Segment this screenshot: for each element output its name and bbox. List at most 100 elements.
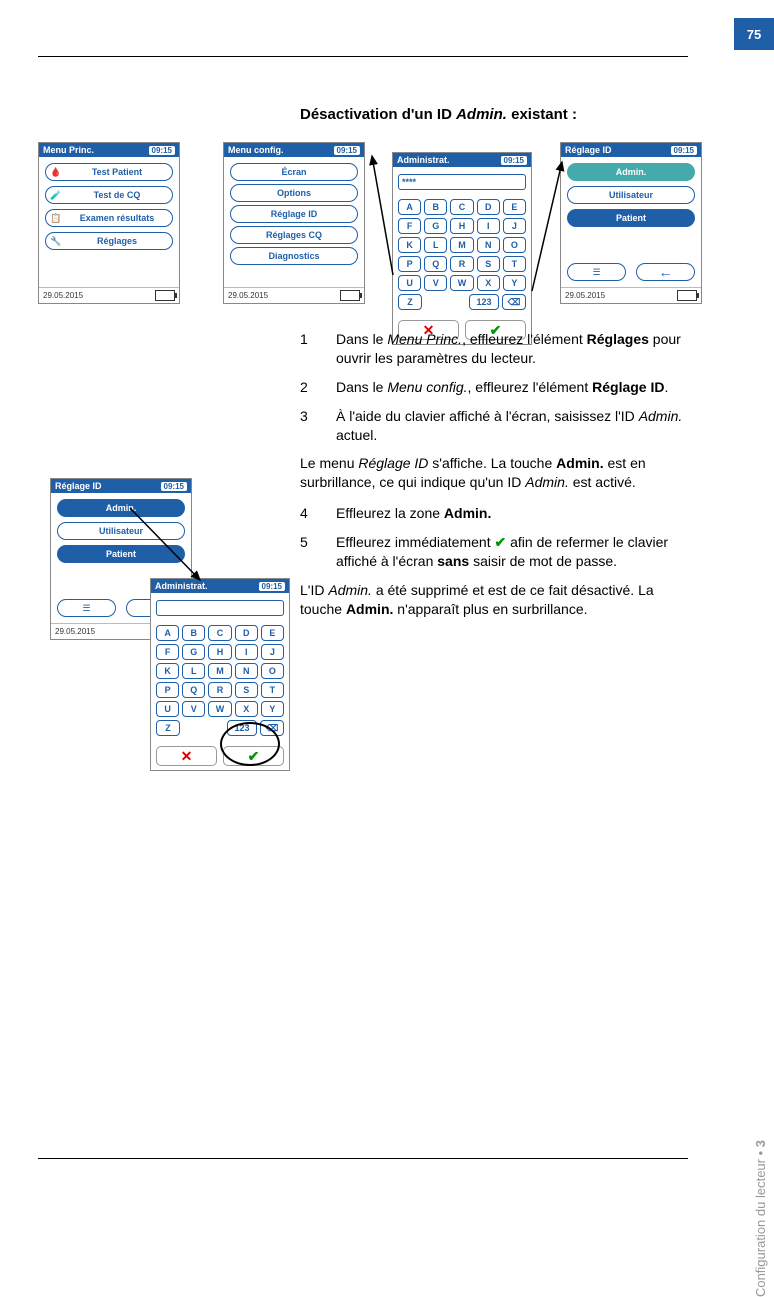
- kbd2-cancel-button[interactable]: ✕: [156, 746, 217, 766]
- key2-d[interactable]: D: [235, 625, 258, 641]
- key-t[interactable]: T: [503, 256, 526, 272]
- screen-menu-config: Menu config.09:15 Écran Options Réglage …: [223, 142, 365, 304]
- bottom-rule: [38, 1158, 688, 1159]
- key-w[interactable]: W: [450, 275, 473, 291]
- key2-e[interactable]: E: [261, 625, 284, 641]
- key2-z[interactable]: Z: [156, 720, 180, 736]
- key2-l[interactable]: L: [182, 663, 205, 679]
- key2-j[interactable]: J: [261, 644, 284, 660]
- config-item-options[interactable]: Options: [230, 184, 358, 202]
- reglage5-admin-button[interactable]: Admin.: [57, 499, 185, 517]
- key2-r[interactable]: R: [208, 682, 231, 698]
- menu-item-reglages[interactable]: 🔧Réglages: [45, 232, 173, 250]
- key-y[interactable]: Y: [503, 275, 526, 291]
- config-item-diagnostics[interactable]: Diagnostics: [230, 247, 358, 265]
- reglage-utilisateur-button[interactable]: Utilisateur: [567, 186, 695, 204]
- key-v[interactable]: V: [424, 275, 447, 291]
- key2-m[interactable]: M: [208, 663, 231, 679]
- key-x[interactable]: X: [477, 275, 500, 291]
- key-a[interactable]: A: [398, 199, 421, 215]
- key-o[interactable]: O: [503, 237, 526, 253]
- key2-i[interactable]: I: [235, 644, 258, 660]
- reglage-admin-button[interactable]: Admin.: [567, 163, 695, 181]
- key2-v[interactable]: V: [182, 701, 205, 717]
- menu-item-test-patient[interactable]: 🩸Test Patient: [45, 163, 173, 181]
- key2-y[interactable]: Y: [261, 701, 284, 717]
- key-l[interactable]: L: [424, 237, 447, 253]
- key2-u[interactable]: U: [156, 701, 179, 717]
- key2-k[interactable]: K: [156, 663, 179, 679]
- key-m[interactable]: M: [450, 237, 473, 253]
- page-number-tab: 75: [734, 18, 774, 50]
- key2-x[interactable]: X: [235, 701, 258, 717]
- key-u[interactable]: U: [398, 275, 421, 291]
- reglage-patient-button[interactable]: Patient: [567, 209, 695, 227]
- back-button[interactable]: ←: [636, 263, 695, 281]
- key2-f[interactable]: F: [156, 644, 179, 660]
- screen4-date: 29.05.2015: [565, 291, 605, 300]
- key-q[interactable]: Q: [424, 256, 447, 272]
- kbd1-title: Administrat.: [397, 155, 450, 165]
- kbd2-keys: ABCDE FGHIJ KLMNO PQRST UVWXY Z 123⌫: [156, 625, 284, 736]
- key2-123[interactable]: 123: [227, 720, 257, 736]
- key-i[interactable]: I: [477, 218, 500, 234]
- screen-reglage-id-top: Réglage ID09:15 Admin. Utilisateur Patie…: [560, 142, 702, 304]
- kbd1-time: 09:15: [501, 156, 527, 165]
- key-z[interactable]: Z: [398, 294, 422, 310]
- screen1-title: Menu Princ.: [43, 145, 94, 155]
- key-d[interactable]: D: [477, 199, 500, 215]
- screen4-title: Réglage ID: [565, 145, 612, 155]
- key-123[interactable]: 123: [469, 294, 499, 310]
- paragraph-1: Le menu Réglage ID s'affiche. La touche …: [300, 454, 698, 492]
- kbd2-ok-button[interactable]: ✔: [223, 746, 284, 766]
- key2-q[interactable]: Q: [182, 682, 205, 698]
- kbd1-input[interactable]: ****: [398, 174, 526, 190]
- step-4: 4 Effleurez la zone Admin.: [300, 504, 698, 523]
- arrow-left-icon: ←: [659, 264, 673, 280]
- key-s[interactable]: S: [477, 256, 500, 272]
- key-g[interactable]: G: [424, 218, 447, 234]
- key2-c[interactable]: C: [208, 625, 231, 641]
- key2-o[interactable]: O: [261, 663, 284, 679]
- key-backspace[interactable]: ⌫: [502, 294, 526, 310]
- key2-w[interactable]: W: [208, 701, 231, 717]
- key-e[interactable]: E: [503, 199, 526, 215]
- list-icon: ☰: [592, 267, 600, 278]
- key-h[interactable]: H: [450, 218, 473, 234]
- section-title-post: existant :: [507, 106, 577, 123]
- key2-g[interactable]: G: [182, 644, 205, 660]
- key-p[interactable]: P: [398, 256, 421, 272]
- config-item-ecran[interactable]: Écran: [230, 163, 358, 181]
- key2-b[interactable]: B: [182, 625, 205, 641]
- check-icon: ✔: [494, 534, 506, 550]
- key2-t[interactable]: T: [261, 682, 284, 698]
- section-title: Désactivation d'un ID Admin. existant :: [300, 106, 577, 123]
- kbd1-keys: ABCDE FGHIJ KLMNO PQRST UVWXY Z 123⌫: [398, 199, 526, 310]
- key2-backspace[interactable]: ⌫: [260, 720, 284, 736]
- key-c[interactable]: C: [450, 199, 473, 215]
- key2-h[interactable]: H: [208, 644, 231, 660]
- key2-p[interactable]: P: [156, 682, 179, 698]
- screen1-time: 09:15: [149, 146, 175, 155]
- screen5-title: Réglage ID: [55, 481, 102, 491]
- menu-item-test-cq[interactable]: 🧪Test de CQ: [45, 186, 173, 204]
- key-r[interactable]: R: [450, 256, 473, 272]
- kbd2-input[interactable]: [156, 600, 284, 616]
- key-f[interactable]: F: [398, 218, 421, 234]
- step-1: 1 Dans le Menu Princ., effleurez l'éléme…: [300, 330, 698, 368]
- reglage5-patient-button[interactable]: Patient: [57, 545, 185, 563]
- key-j[interactable]: J: [503, 218, 526, 234]
- config-item-reglage-id[interactable]: Réglage ID: [230, 205, 358, 223]
- list-button[interactable]: ☰: [567, 263, 626, 281]
- key2-n[interactable]: N: [235, 663, 258, 679]
- key2-a[interactable]: A: [156, 625, 179, 641]
- reglage5-utilisateur-button[interactable]: Utilisateur: [57, 522, 185, 540]
- key-k[interactable]: K: [398, 237, 421, 253]
- key-b[interactable]: B: [424, 199, 447, 215]
- key2-s[interactable]: S: [235, 682, 258, 698]
- config-item-reglages-cq[interactable]: Réglages CQ: [230, 226, 358, 244]
- key-n[interactable]: N: [477, 237, 500, 253]
- menu-item-examen-resultats[interactable]: 📋Examen résultats: [45, 209, 173, 227]
- screen5-date: 29.05.2015: [55, 627, 95, 636]
- list-button-2[interactable]: ☰: [57, 599, 116, 617]
